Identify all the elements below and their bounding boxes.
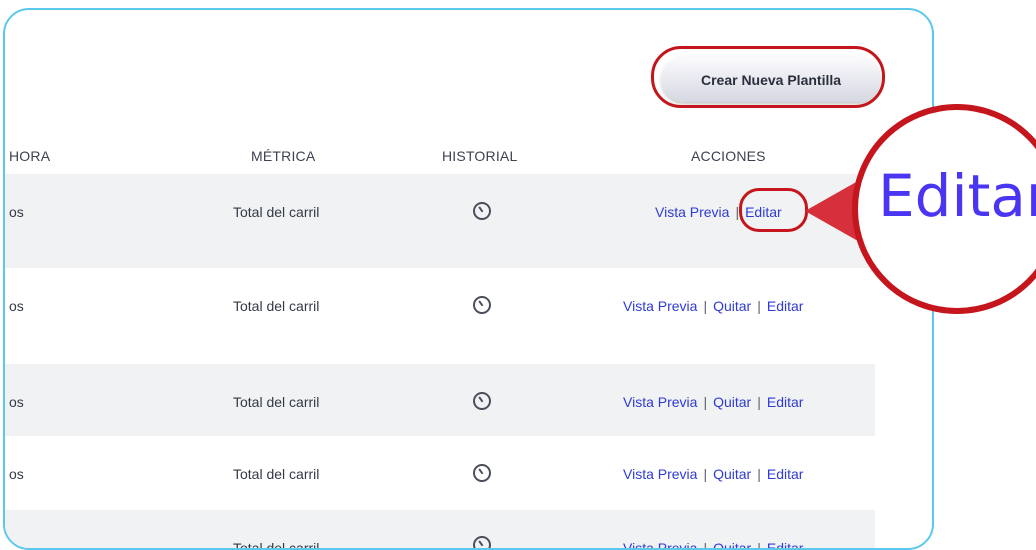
preview-link[interactable]: Vista Previa — [623, 540, 697, 548]
edit-link[interactable]: Editar — [767, 394, 804, 410]
cell-metrica: Total del carril — [233, 394, 320, 410]
edit-link[interactable]: Editar — [767, 466, 804, 482]
remove-link[interactable]: Quitar — [713, 394, 751, 410]
edit-link-highlight — [739, 188, 808, 232]
column-header-acciones: ACCIONES — [691, 148, 766, 164]
clock-icon[interactable] — [473, 296, 491, 314]
table-row: os Total del carril Vista Previa | Quitar |… — [5, 436, 875, 510]
zoomed-edit-label: Editar — [878, 162, 1036, 230]
row-actions: Vista Previa | Quitar | Editar — [623, 394, 803, 410]
clock-icon[interactable] — [473, 392, 491, 410]
table-row: os Total del carril Vista Previa | Quitar |… — [5, 364, 875, 436]
cell-hora: os — [9, 394, 24, 410]
cell-hora: os — [9, 466, 24, 482]
row-actions: Vista Previa | Quitar | Editar — [623, 466, 803, 482]
action-separator: | — [757, 540, 761, 550]
cell-metrica: Total del carril — [233, 466, 320, 482]
action-separator: | — [703, 298, 708, 314]
clock-icon[interactable] — [473, 536, 491, 548]
action-separator: | — [703, 540, 708, 550]
cell-metrica: Total del carril — [233, 204, 320, 220]
action-separator: | — [757, 298, 761, 314]
column-header-historial: HISTORIAL — [442, 148, 518, 164]
row-actions: Vista Previa | Quitar | Editar — [623, 540, 804, 550]
remove-link[interactable]: Quitar — [713, 540, 751, 548]
action-separator: | — [757, 394, 761, 410]
preview-link[interactable]: Vista Previa — [623, 394, 697, 410]
row-actions: Vista Previa | Quitar | Editar — [623, 298, 803, 314]
action-separator: | — [703, 466, 708, 482]
create-button-highlight — [651, 46, 885, 108]
edit-link[interactable]: Editar — [767, 298, 804, 314]
action-separator: | — [757, 466, 761, 482]
remove-link[interactable]: Quitar — [713, 298, 751, 314]
column-header-hora: HORA — [9, 148, 51, 164]
cell-hora: os — [9, 204, 24, 220]
clock-icon[interactable] — [473, 464, 491, 482]
preview-link[interactable]: Vista Previa — [655, 204, 729, 220]
remove-link[interactable]: Quitar — [713, 466, 751, 482]
action-separator: | — [703, 394, 708, 410]
preview-link[interactable]: Vista Previa — [623, 466, 697, 482]
clock-icon[interactable] — [473, 202, 491, 220]
table-row: Total del carril Vista Previa | Quitar | Edi… — [5, 510, 875, 550]
cell-metrica: Total del carril — [233, 540, 320, 550]
column-header-metrica: MÉTRICA — [251, 148, 316, 164]
preview-link[interactable]: Vista Previa — [623, 298, 697, 314]
edit-link[interactable]: Editar — [767, 540, 804, 548]
cell-metrica: Total del carril — [233, 298, 320, 314]
cell-hora: os — [9, 298, 24, 314]
table-row: os Total del carril Vista Previa | Quitar |… — [5, 268, 875, 364]
templates-panel: Crear Nueva Plantilla HORA MÉTRICA HISTO… — [3, 8, 934, 550]
